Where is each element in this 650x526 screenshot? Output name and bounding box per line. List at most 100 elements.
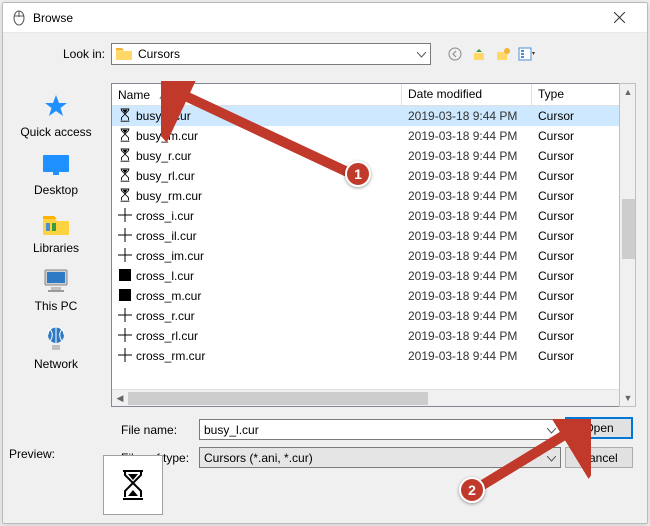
file-name: cross_rl.cur (136, 329, 198, 343)
file-row[interactable]: busy_l.cur2019-03-18 9:44 PMCursor (112, 106, 634, 126)
chevron-down-icon (547, 423, 556, 437)
file-name: busy_rl.cur (136, 169, 195, 183)
filename-value: busy_l.cur (204, 423, 259, 437)
places-bar: Quick access Desktop Libraries This PC N… (11, 83, 101, 433)
sort-ascending-icon (154, 88, 165, 102)
file-row[interactable]: busy_r.cur2019-03-18 9:44 PMCursor (112, 146, 634, 166)
file-name: cross_il.cur (136, 229, 197, 243)
place-label: Network (16, 357, 96, 371)
file-date: 2019-03-18 9:44 PM (402, 287, 532, 305)
place-label: Quick access (16, 125, 96, 139)
hourglass-icon (118, 188, 132, 205)
network-icon (40, 323, 72, 355)
file-date: 2019-03-18 9:44 PM (402, 227, 532, 245)
libraries-icon (40, 207, 72, 239)
column-headers: Name Date modified Type (112, 84, 634, 106)
file-name: cross_r.cur (136, 309, 195, 323)
file-row[interactable]: cross_rm.cur2019-03-18 9:44 PMCursor (112, 346, 634, 366)
vertical-scrollbar[interactable]: ▲ ▼ (619, 83, 636, 407)
file-row[interactable]: cross_m.cur2019-03-18 9:44 PMCursor (112, 286, 634, 306)
horizontal-scrollbar[interactable]: ◀ ▶ (112, 389, 634, 406)
solid-icon (118, 288, 132, 305)
file-row[interactable]: busy_m.cur2019-03-18 9:44 PMCursor (112, 126, 634, 146)
place-quick-access[interactable]: Quick access (16, 91, 96, 139)
cross-icon (118, 328, 132, 345)
titlebar[interactable]: Browse (3, 3, 647, 33)
file-date: 2019-03-18 9:44 PM (402, 347, 532, 365)
place-label: Desktop (16, 183, 96, 197)
place-this-pc[interactable]: This PC (16, 265, 96, 313)
new-folder-button[interactable] (493, 44, 513, 64)
file-name: cross_l.cur (136, 269, 194, 283)
solid-icon (118, 268, 132, 285)
cross-icon (118, 308, 132, 325)
desktop-icon (40, 149, 72, 181)
file-row[interactable]: cross_il.cur2019-03-18 9:44 PMCursor (112, 226, 634, 246)
hourglass-icon (118, 108, 132, 125)
file-date: 2019-03-18 9:44 PM (402, 267, 532, 285)
place-desktop[interactable]: Desktop (16, 149, 96, 197)
file-row[interactable]: cross_l.cur2019-03-18 9:44 PMCursor (112, 266, 634, 286)
file-date: 2019-03-18 9:44 PM (402, 147, 532, 165)
cross-icon (118, 208, 132, 225)
file-name: cross_rm.cur (136, 349, 205, 363)
file-name: cross_m.cur (136, 289, 201, 303)
dialog-title: Browse (33, 11, 599, 25)
file-name: busy_r.cur (136, 149, 191, 163)
step-badge-2: 2 (459, 477, 485, 503)
file-row[interactable]: cross_im.cur2019-03-18 9:44 PMCursor (112, 246, 634, 266)
file-row[interactable]: cross_r.cur2019-03-18 9:44 PMCursor (112, 306, 634, 326)
file-list[interactable]: Name Date modified Type busy_l.cur2019-0… (111, 83, 635, 407)
place-libraries[interactable]: Libraries (16, 207, 96, 255)
cancel-button[interactable]: Cancel (565, 447, 633, 468)
file-date: 2019-03-18 9:44 PM (402, 167, 532, 185)
view-menu-button[interactable] (517, 44, 537, 64)
column-date-header[interactable]: Date modified (402, 84, 532, 105)
file-date: 2019-03-18 9:44 PM (402, 307, 532, 325)
file-row[interactable]: busy_rl.cur2019-03-18 9:44 PMCursor (112, 166, 634, 186)
look-in-label: Look in: (53, 47, 105, 61)
place-network[interactable]: Network (16, 323, 96, 371)
look-in-dropdown[interactable]: Cursors (111, 43, 431, 65)
filetype-value: Cursors (*.ani, *.cur) (204, 451, 313, 465)
file-name: cross_i.cur (136, 209, 194, 223)
file-row[interactable]: cross_rl.cur2019-03-18 9:44 PMCursor (112, 326, 634, 346)
file-date: 2019-03-18 9:44 PM (402, 247, 532, 265)
file-date: 2019-03-18 9:44 PM (402, 107, 532, 125)
hourglass-icon (118, 128, 132, 145)
scrollbar-thumb[interactable] (622, 199, 635, 259)
this-pc-icon (40, 265, 72, 297)
file-date: 2019-03-18 9:44 PM (402, 187, 532, 205)
scroll-left-icon[interactable]: ◀ (112, 390, 128, 407)
column-name-header[interactable]: Name (112, 84, 402, 105)
cross-icon (118, 348, 132, 365)
file-name: cross_im.cur (136, 249, 204, 263)
cross-icon (118, 248, 132, 265)
chevron-down-icon (417, 47, 426, 61)
file-row[interactable]: cross_i.cur2019-03-18 9:44 PMCursor (112, 206, 634, 226)
scrollbar-thumb[interactable] (128, 392, 428, 405)
close-button[interactable] (599, 4, 639, 32)
browse-dialog: Browse Look in: Cursors (2, 2, 648, 524)
up-one-level-button[interactable] (469, 44, 489, 64)
preview-box (103, 455, 163, 515)
preview-label: Preview: (9, 447, 55, 461)
folder-icon (116, 46, 132, 63)
back-button[interactable] (445, 44, 465, 64)
quick-access-icon (40, 91, 72, 123)
place-label: Libraries (16, 241, 96, 255)
chevron-down-icon (547, 451, 556, 465)
place-label: This PC (16, 299, 96, 313)
filetype-dropdown[interactable]: Cursors (*.ani, *.cur) (199, 447, 561, 468)
file-row[interactable]: busy_rm.cur2019-03-18 9:44 PMCursor (112, 186, 634, 206)
open-button[interactable]: Open (565, 417, 633, 439)
file-date: 2019-03-18 9:44 PM (402, 207, 532, 225)
hourglass-icon (118, 148, 132, 165)
file-name: busy_rm.cur (136, 189, 202, 203)
filename-input[interactable]: busy_l.cur (199, 419, 561, 440)
hourglass-icon (119, 469, 147, 501)
nav-toolbar (445, 44, 537, 64)
scroll-down-icon[interactable]: ▼ (620, 390, 636, 406)
file-date: 2019-03-18 9:44 PM (402, 327, 532, 345)
scroll-up-icon[interactable]: ▲ (620, 84, 636, 100)
